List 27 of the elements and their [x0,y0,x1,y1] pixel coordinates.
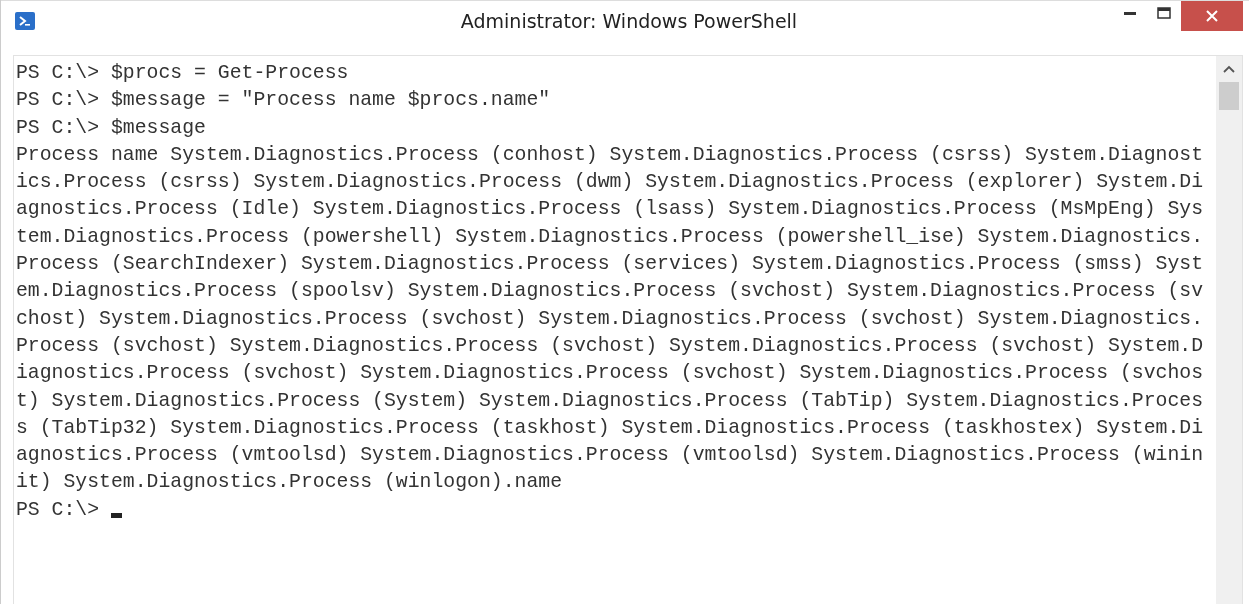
console-line: ics.Process (csrss) System.Diagnostics.Process (dwm) System.Diagnostics.Process (explorer) System.Di [16,170,1204,196]
caret-up-icon [1223,65,1235,73]
powershell-icon [15,12,35,30]
console-line: PS C:\> $procs = Get-Process [16,61,349,86]
minimize-icon [1124,11,1136,15]
close-icon [1206,10,1218,22]
scrollbar[interactable] [1216,56,1242,604]
console-line: iagnostics.Process (svchost) System.Diagnostics.Process (svchost) System.Diagnostics.Process (svchos [16,361,1204,387]
console-line: PS C:\> $message [16,115,206,141]
console-line: it) System.Diagnostics.Process (winlogon).name [16,470,563,496]
console-line: Process (SearchIndexer) System.Diagnostics.Process (services) System.Diagnostics.Process (smss) Syst [16,252,1204,278]
console-line: Process name System.Diagnostics.Process (conhost) System.Diagnostics.Process (csrss) System.Diagnost [16,142,1204,168]
scroll-thumb[interactable] [1219,82,1239,110]
console-line: agnostics.Process (vmtoolsd) System.Diagnostics.Process (vmtoolsd) System.Diagnostics.Process (winin [16,443,1204,469]
console-line: em.Diagnostics.Process (spoolsv) System.Diagnostics.Process (svchost) System.Diagnostics.Process (sv [16,279,1204,305]
window-title: Administrator: Windows PowerShell [459,10,799,32]
console-line: agnostics.Process (Idle) System.Diagnostics.Process (lsass) System.Diagnostics.Process (MsMpEng) Sys [16,197,1204,223]
maximize-icon [1157,7,1171,19]
text-cursor [111,513,123,519]
console-line: t) System.Diagnostics.Process (System) System.Diagnostics.Process (TabTip) System.Diagnostics.Proces [16,388,1204,414]
console-line: s (TabTip32) System.Diagnostics.Process (taskhost) System.Diagnostics.Process (taskhostex) System.Di [16,415,1204,441]
console-line: chost) System.Diagnostics.Process (svchost) System.Diagnostics.Process (svchost) System.Diagnostics. [16,306,1204,332]
prompt-text: PS C:\> [16,497,100,523]
console-line: PS C:\> $message = "Process name $procs.name" [16,88,551,114]
console-line: tem.Diagnostics.Process (powershell) System.Diagnostics.Process (powershell_ise) System.Diagnostics. [16,224,1204,250]
console-line: Process (svchost) System.Diagnostics.Process (svchost) System.Diagnostics.Process (svchost) System.D [16,333,1204,359]
close-button[interactable] [1181,1,1243,31]
